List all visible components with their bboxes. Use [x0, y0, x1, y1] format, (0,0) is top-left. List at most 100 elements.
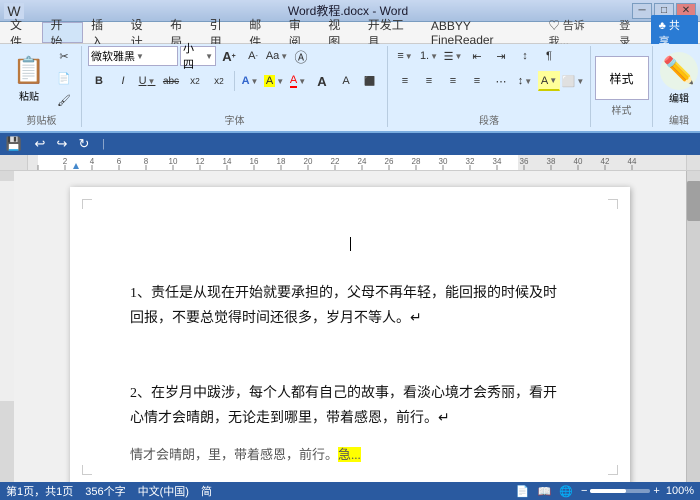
font-size-up-button2[interactable]: A: [311, 71, 333, 91]
repeat-button[interactable]: ↻: [74, 134, 94, 154]
cut-button[interactable]: ✂: [53, 46, 75, 66]
para-row2: ≡ ≡ ≡ ≡ ⋯ ↕▼ A▼ ⬜▼: [394, 71, 584, 91]
zoom-bar[interactable]: [590, 489, 650, 493]
edit-group: ✏️ 编辑 编辑: [655, 46, 700, 127]
paste-button[interactable]: 📋 粘贴: [8, 51, 50, 106]
increase-indent-button[interactable]: ⇥: [490, 46, 512, 66]
decrease-indent-button[interactable]: ⇤: [466, 46, 488, 66]
menu-abbyy[interactable]: ABBYY FineReader: [423, 22, 543, 43]
input-mode: 简: [201, 483, 212, 499]
left-ruler: [0, 171, 14, 482]
view-normal-button[interactable]: 📄: [516, 485, 530, 498]
copy-button[interactable]: 📄: [53, 68, 75, 88]
font-row1: 微软雅黑 ▼ 小四 ▼ A+ A- Aa▼ Ⓐ: [88, 46, 312, 66]
svg-text:26: 26: [385, 157, 394, 166]
undo-button[interactable]: ↩: [30, 134, 50, 154]
corner-tr: [608, 199, 618, 209]
edit-button[interactable]: ✏️ 编辑: [656, 49, 700, 108]
menu-references[interactable]: 引用: [202, 22, 242, 43]
view-web-button[interactable]: 🌐: [559, 485, 573, 498]
paragraph-group-content: ≡▼ 1.▼ ☰▼ ⇤ ⇥ ↕ ¶ ≡ ≡ ≡ ≡ ⋯ ↕▼: [394, 46, 584, 110]
paragraph-group: ≡▼ 1.▼ ☰▼ ⇤ ⇥ ↕ ¶ ≡ ≡ ≡ ≡ ⋯ ↕▼: [390, 46, 591, 127]
align-right-button[interactable]: ≡: [442, 71, 464, 91]
svg-text:30: 30: [439, 157, 448, 166]
align-center-button[interactable]: ≡: [418, 71, 440, 91]
italic-button[interactable]: I: [112, 71, 134, 91]
redo-button[interactable]: ↪: [52, 134, 72, 154]
menu-file[interactable]: 文件: [2, 22, 42, 43]
sort-button[interactable]: ↕: [514, 46, 536, 66]
font-name-dropdown[interactable]: ▼: [136, 52, 144, 61]
svg-text:44: 44: [628, 157, 637, 166]
text-cursor: [350, 237, 351, 251]
menu-home[interactable]: 开始: [42, 22, 84, 43]
status-right: 📄 📖 🌐 − + 100%: [516, 485, 694, 498]
zoom-plus-button[interactable]: +: [653, 485, 659, 497]
ruler-main[interactable]: 2 4 6 8 10 12 14 16 18 20 22: [28, 155, 686, 170]
right-scrollbar[interactable]: [686, 171, 700, 482]
paste-icon: 📋: [12, 54, 46, 88]
zoom-minus-button[interactable]: −: [581, 485, 587, 497]
line-spacing-button[interactable]: ↕▼: [514, 71, 536, 91]
shrink-font-button[interactable]: A-: [242, 46, 264, 66]
left-ruler-svg: [0, 171, 14, 482]
paragraph-3: 2、在岁月中跋涉，每个人都有自己的故事，看淡心境才会秀丽，看开心情才会晴朗，无论…: [130, 381, 570, 431]
view-reading-button[interactable]: 📖: [538, 485, 552, 498]
text-effect-button[interactable]: A▼: [239, 71, 261, 91]
ruler-svg: 2 4 6 8 10 12 14 16 18 20 22: [28, 155, 686, 170]
svg-text:42: 42: [601, 157, 610, 166]
subscript-button[interactable]: x2: [184, 71, 206, 91]
numbering-button[interactable]: 1.▼: [418, 46, 440, 66]
font-color-button[interactable]: A▼: [287, 71, 309, 91]
align-left-button[interactable]: ≡: [394, 71, 416, 91]
bullets-button[interactable]: ≡▼: [394, 46, 416, 66]
font-name-input[interactable]: 微软雅黑 ▼: [88, 46, 178, 66]
superscript-button[interactable]: x2: [208, 71, 230, 91]
cursor-area: [130, 237, 570, 251]
change-case-button[interactable]: Aa▼: [266, 46, 288, 66]
scrollbar-track: [687, 181, 700, 482]
document-content[interactable]: 1、责任是从现在开始就要承担的，父母不再年轻，能回报的时候及时回报，不要总觉得时…: [130, 281, 570, 466]
styles-content: 样式 样式: [595, 46, 649, 127]
edit-group-label: 编辑: [669, 112, 689, 127]
multilevel-button[interactable]: ☰▼: [442, 46, 464, 66]
corner-tl: [82, 199, 92, 209]
menu-review[interactable]: 审阅: [281, 22, 321, 43]
distributed-button[interactable]: ⋯: [490, 71, 512, 91]
format-painter-button[interactable]: 🖌: [53, 90, 75, 110]
menu-view[interactable]: 视图: [320, 22, 360, 43]
menu-mail[interactable]: 邮件: [241, 22, 281, 43]
font-label: 字体: [225, 112, 245, 127]
app-window: W Word教程.docx - Word ─ □ ✕ 文件 开始 插入 设计 布…: [0, 0, 700, 500]
language: 中文(中国): [138, 483, 189, 499]
font-size-input[interactable]: 小四 ▼: [180, 46, 216, 66]
ruler: 2 4 6 8 10 12 14 16 18 20 22: [0, 155, 700, 171]
font-dialog-button[interactable]: ⬛: [359, 71, 381, 91]
strikethrough-button[interactable]: abc: [160, 71, 182, 91]
ruler-left-margin: [0, 155, 28, 170]
save-button[interactable]: 💾: [4, 134, 24, 154]
show-para-button[interactable]: ¶: [538, 46, 560, 66]
highlight-color-button[interactable]: A▼: [263, 71, 285, 91]
justify-button[interactable]: ≡: [466, 71, 488, 91]
menu-design[interactable]: 设计: [123, 22, 163, 43]
border-button[interactable]: ⬜▼: [562, 71, 584, 91]
underline-button[interactable]: U▼: [136, 71, 158, 91]
bold-button[interactable]: B: [88, 71, 110, 91]
clear-format-button[interactable]: Ⓐ: [290, 46, 312, 66]
grow-font-button[interactable]: A+: [218, 46, 240, 66]
cut-copy-format: ✂ 📄 🖌: [53, 46, 75, 110]
menu-dev-tools[interactable]: 开发工具: [360, 22, 423, 43]
shading-button[interactable]: A▼: [538, 71, 560, 91]
ribbon-content: 📋 粘贴 ✂ 📄 🖌 剪贴板 微软雅黑: [4, 46, 696, 127]
document-scroll[interactable]: 1、责任是从现在开始就要承担的，父母不再年轻，能回报的时候及时回报，不要总觉得时…: [14, 171, 686, 482]
status-bar: 第1页，共1页 356个字 中文(中国) 简 📄 📖 🌐 − + 100%: [0, 482, 700, 500]
svg-text:8: 8: [144, 157, 149, 166]
zoom-fill: [590, 489, 626, 493]
styles-dropdown[interactable]: 样式: [595, 56, 649, 100]
menu-insert[interactable]: 插入: [83, 22, 123, 43]
font-size-mid-button[interactable]: A: [335, 71, 357, 91]
scrollbar-thumb[interactable]: [687, 181, 700, 221]
font-size-dropdown[interactable]: ▼: [205, 52, 213, 61]
toolbar-divider: |: [102, 138, 105, 150]
